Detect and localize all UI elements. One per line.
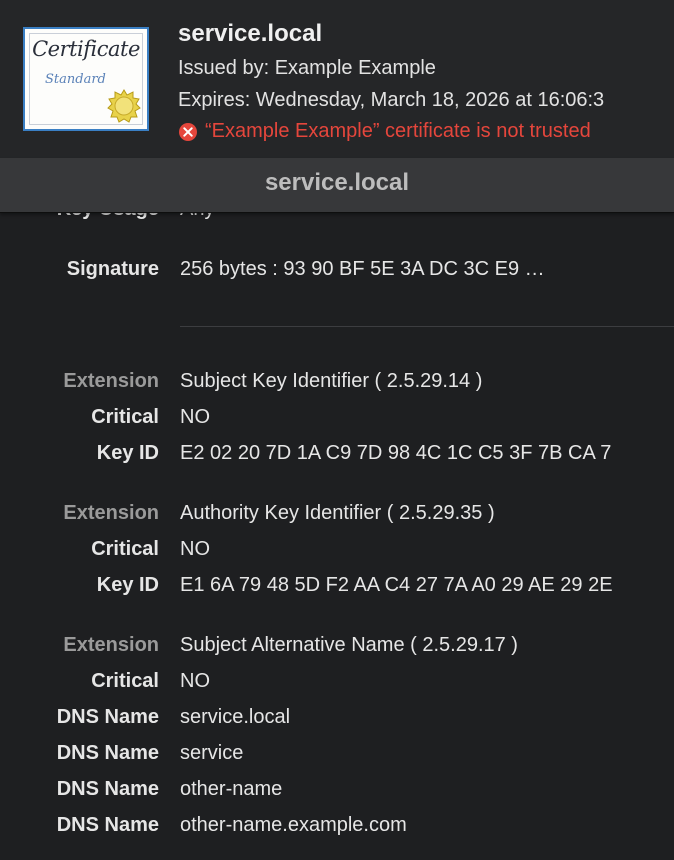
field-value: Any [180, 213, 214, 221]
certificate-summary: Certificate Standard service.local Issue… [0, 0, 674, 159]
error-circle-icon [179, 122, 197, 141]
field-value: service.local [180, 706, 291, 728]
field-value: 256 bytes : 93 90 BF 5E 3A DC 3C E9 … [180, 258, 545, 280]
field-value: Subject Alternative Name ( 2.5.29.17 ) [180, 634, 518, 656]
detail-row-key-id: Key ID E2 02 20 7D 1A C9 7D 98 4C 1C C5 … [0, 442, 674, 472]
detail-row-critical: Critical NO [0, 670, 674, 700]
certificate-icon-title: Certificate [32, 37, 140, 61]
field-value: NO [180, 406, 210, 428]
trust-warning: “Example Example” certificate is not tru… [178, 120, 591, 143]
field-label: DNS Name [56, 814, 159, 836]
detail-row-dns-name: DNS Name other-name [0, 778, 674, 808]
seal-icon [107, 89, 141, 123]
field-label: Key Usage [57, 213, 159, 221]
detail-row-critical: Critical NO [0, 406, 674, 436]
certificate-issuer: Issued by: Example Example [178, 57, 436, 79]
field-label: DNS Name [56, 742, 159, 764]
field-value: Subject Key Identifier ( 2.5.29.14 ) [180, 370, 483, 392]
certificate-viewer-window: Certificate Standard service.local Issue… [0, 0, 674, 860]
certificate-icon: Certificate Standard [23, 27, 149, 131]
field-label: Critical [91, 538, 159, 560]
field-label: Key ID [96, 574, 159, 596]
detail-row-extension: Extension Subject Key Identifier ( 2.5.2… [0, 370, 674, 400]
field-value: NO [180, 538, 210, 560]
field-label: DNS Name [56, 778, 159, 800]
field-value: service [180, 742, 244, 764]
detail-row-critical: Critical NO [0, 538, 674, 568]
trust-warning-text: “Example Example” certificate is not tru… [205, 120, 591, 142]
field-label: DNS Name [56, 706, 159, 728]
field-label: Extension [63, 634, 159, 656]
field-label: Extension [63, 370, 159, 392]
field-value: NO [180, 670, 210, 692]
detail-row-key-id: Key ID E1 6A 79 48 5D F2 AA C4 27 7A A0 … [0, 574, 674, 604]
field-label: Critical [91, 406, 159, 428]
field-label: Signature [66, 258, 159, 280]
detail-row-signature: Signature 256 bytes : 93 90 BF 5E 3A DC … [0, 258, 674, 288]
certificate-details-scroll[interactable]: Key Usage Any Signature 256 bytes : 93 9… [0, 213, 674, 860]
detail-row-key-usage: Key Usage Any [0, 213, 674, 228]
certificate-name: service.local [178, 20, 323, 47]
field-value: other-name.example.com [180, 814, 407, 836]
section-header[interactable]: service.local [0, 158, 674, 213]
field-value: Authority Key Identifier ( 2.5.29.35 ) [180, 502, 495, 524]
detail-row-dns-name: DNS Name service [0, 742, 674, 772]
field-value: E1 6A 79 48 5D F2 AA C4 27 7A A0 29 AE 2… [180, 574, 613, 596]
field-value: E2 02 20 7D 1A C9 7D 98 4C 1C C5 3F 7B C… [180, 442, 612, 464]
detail-row-extension: Extension Subject Alternative Name ( 2.5… [0, 634, 674, 664]
detail-row-extension: Extension Authority Key Identifier ( 2.5… [0, 502, 674, 532]
section-title: service.local [264, 169, 410, 196]
field-label: Key ID [96, 442, 159, 464]
certificate-expiry: Expires: Wednesday, March 18, 2026 at 16… [178, 89, 605, 111]
field-label: Critical [91, 670, 159, 692]
field-value: other-name [180, 778, 283, 800]
field-label: Extension [63, 502, 159, 524]
certificate-icon-subtitle: Standard [45, 72, 106, 87]
detail-row-dns-name: DNS Name service.local [0, 706, 674, 736]
detail-row-dns-name: DNS Name other-name.example.com [0, 814, 674, 844]
divider [180, 326, 674, 327]
